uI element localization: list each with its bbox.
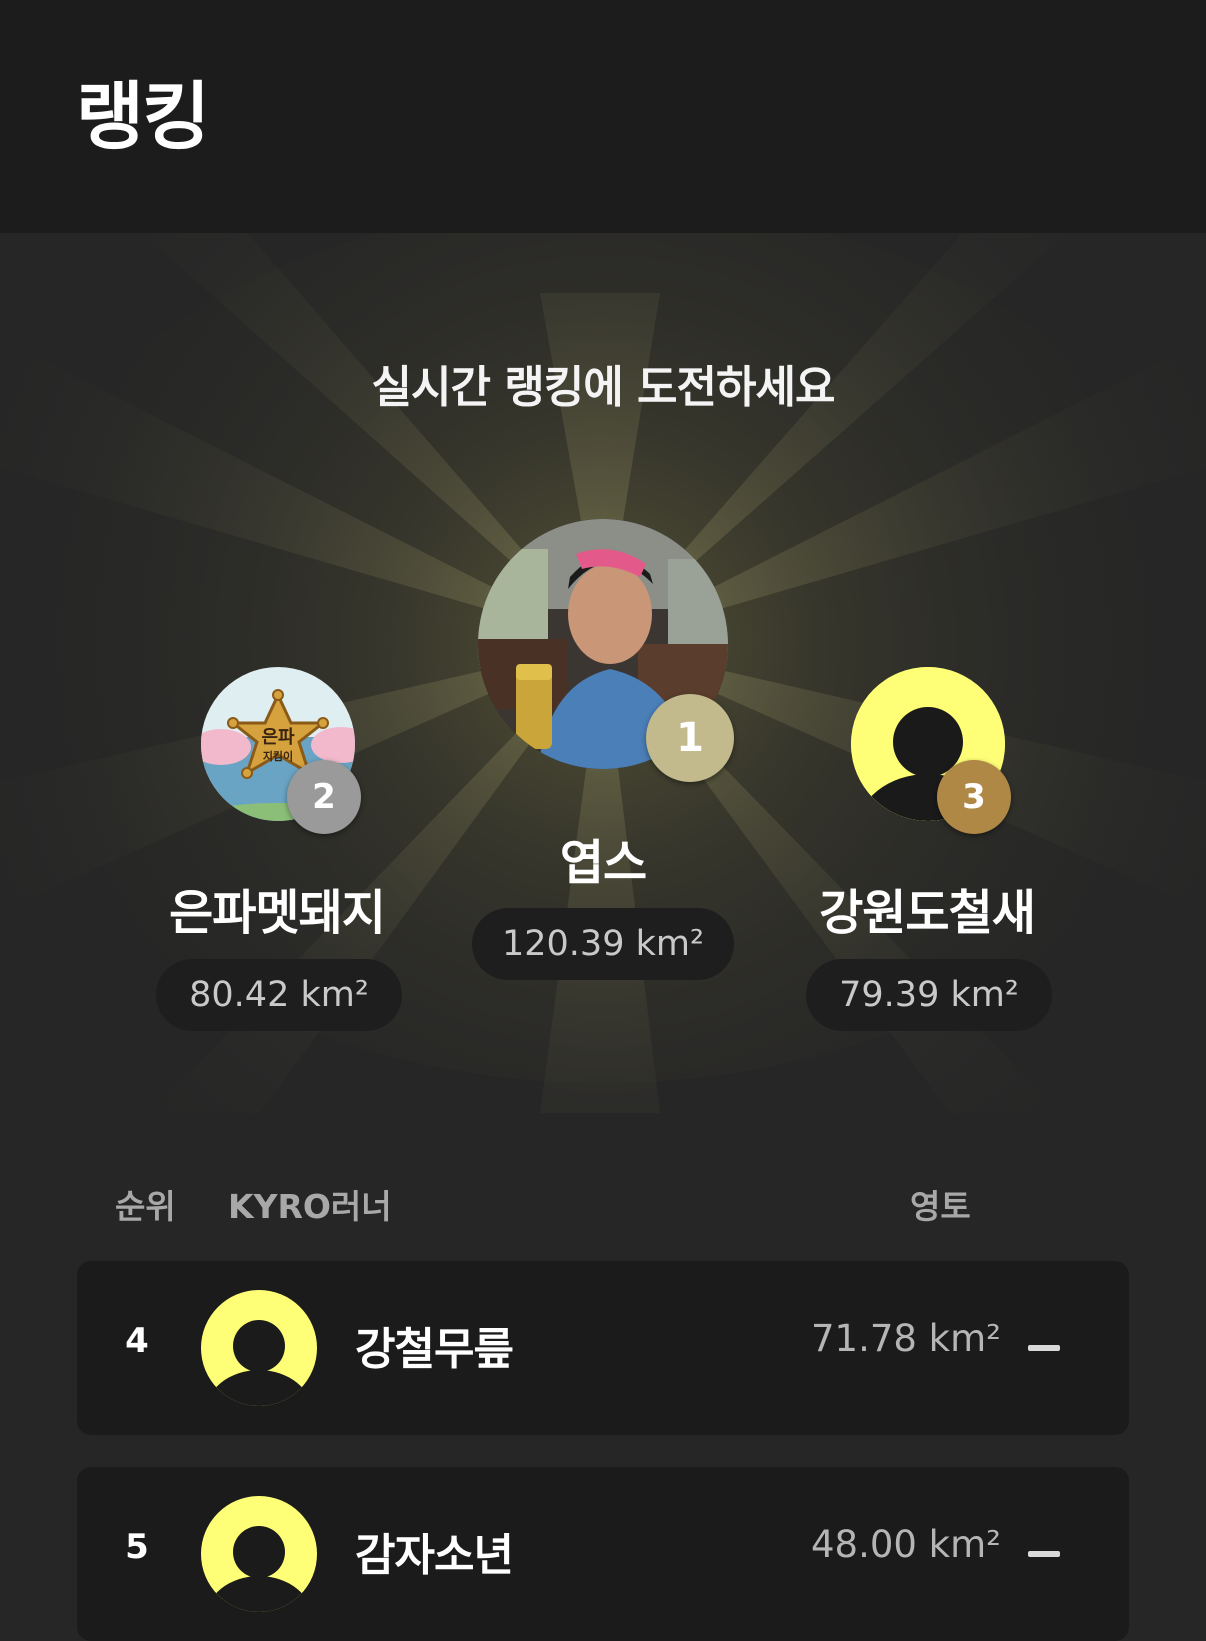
first-place-name: 엽스	[559, 835, 647, 891]
third-place-score: 79.39 km²	[806, 959, 1052, 1031]
rank-badge-1: 1	[646, 694, 734, 782]
row-rank: 4	[125, 1321, 149, 1361]
challenge-heading: 실시간 랭킹에 도전하세요	[371, 362, 836, 413]
row-rank: 5	[125, 1527, 149, 1567]
page-header: 랭킹	[0, 0, 1206, 233]
row-territory: 48.00 km²	[811, 1523, 1001, 1566]
third-place-name: 강원도철새	[819, 885, 1036, 941]
person-silhouette-icon	[201, 1496, 317, 1612]
minus-icon	[1028, 1551, 1060, 1557]
second-place-score: 80.42 km²	[156, 959, 402, 1031]
podium-section: 실시간 랭킹에 도전하세요 1 엽스 120.39 km² 은파 지킴이 2 은…	[0, 233, 1206, 1113]
person-silhouette-icon	[201, 1290, 317, 1406]
first-place-score: 120.39 km²	[472, 908, 734, 980]
row-territory: 71.78 km²	[811, 1317, 1001, 1360]
rank-badge-3: 3	[937, 760, 1011, 834]
minus-icon	[1028, 1345, 1060, 1351]
column-header-rank: 순위	[115, 1187, 176, 1226]
row-avatar	[201, 1290, 317, 1406]
row-avatar	[201, 1496, 317, 1612]
column-header-runner: KYRO러너	[228, 1187, 392, 1226]
second-place-name: 은파멧돼지	[169, 885, 386, 941]
page-title: 랭킹	[76, 74, 210, 160]
row-runner-name: 강철무릎	[355, 1324, 514, 1375]
ranking-row[interactable]: 4 강철무릎 71.78 km²	[77, 1261, 1129, 1435]
row-runner-name: 감자소년	[355, 1530, 514, 1581]
svg-text:은파: 은파	[261, 727, 295, 748]
ranking-row[interactable]: 5 감자소년 48.00 km²	[77, 1467, 1129, 1641]
column-header-territory: 영토	[910, 1187, 971, 1226]
rank-badge-2: 2	[287, 760, 361, 834]
svg-text:지킴이: 지킴이	[263, 749, 293, 763]
